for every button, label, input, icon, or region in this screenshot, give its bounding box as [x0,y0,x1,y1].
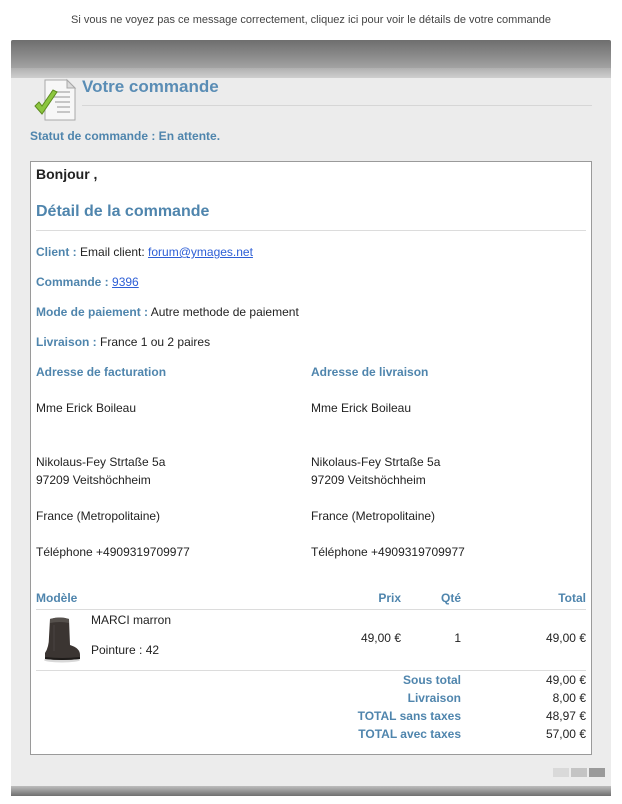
shipping-cost-label: Livraison [407,691,461,705]
footer-bar [11,786,611,796]
greeting: Bonjour , [36,166,98,182]
delivery-street: Nikolaus-Fey Strtaße 5a [311,455,441,469]
pagination-dots [551,766,605,780]
total-incl-tax-label: TOTAL avec taxes [358,727,461,741]
boot-icon [44,617,80,663]
payment-value: Autre methode de paiement [150,305,299,319]
delivery-address-title: Adresse de livraison [311,365,429,379]
view-online-notice[interactable]: Si vous ne voyez pas ce message correcte… [0,14,622,26]
shipping-label: Livraison : [36,335,97,349]
pager-dot[interactable] [589,768,605,777]
column-header-qty: Qté [440,591,461,605]
table-items-divider [36,670,586,671]
total-incl-tax-value: 57,00 € [545,727,586,741]
pager-dot[interactable] [571,768,587,777]
shipping-cost-value: 8,00 € [552,691,586,705]
billing-name: Mme Erick Boileau [36,401,137,415]
order-status: Statut de commande : En attente. [30,129,221,143]
order-line: Commande : 9396 [36,275,139,289]
page-title: Votre commande [82,77,219,96]
email-frame: Votre commande Statut de commande : En a… [11,40,611,796]
total-excl-tax-label: TOTAL sans taxes [357,709,461,723]
product-total: 49,00 € [545,631,586,645]
billing-city: 97209 Veitshöchheim [36,473,151,487]
title-divider [82,105,592,106]
billing-country: France (Metropolitaine) [36,509,161,523]
billing-address-title: Adresse de facturation [36,365,167,379]
billing-street: Nikolaus-Fey Strtaße 5a [36,455,166,469]
delivery-country: France (Metropolitaine) [311,509,436,523]
total-excl-tax-value: 48,97 € [545,709,586,723]
product-name: MARCI marron [91,613,172,627]
delivery-city: 97209 Veitshöchheim [311,473,426,487]
shipping-value: France 1 ou 2 paires [100,335,211,349]
client-label: Client : [36,245,77,259]
client-line: Client : Email client: forum@ymages.net [36,245,253,259]
detail-divider [36,230,586,231]
subtotal-label: Sous total [402,673,461,687]
header-banner [11,40,611,78]
product-price: 49,00 € [360,631,401,645]
product-qty: 1 [454,631,461,645]
delivery-name: Mme Erick Boileau [311,401,412,415]
delivery-phone: Téléphone +4909319709977 [311,545,465,559]
billing-phone: Téléphone +4909319709977 [36,545,190,559]
order-card: Bonjour , Détail de la commande Client :… [30,161,592,755]
column-header-price: Prix [378,591,401,605]
payment-line: Mode de paiement : Autre methode de paie… [36,305,299,319]
product-size: Pointure : 42 [91,643,160,657]
client-email-link[interactable]: forum@ymages.net [148,245,253,259]
subtotal-value: 49,00 € [545,673,586,687]
payment-label: Mode de paiement : [36,305,149,319]
order-number-link[interactable]: 9396 [112,275,139,289]
pager-dot[interactable] [553,768,569,777]
column-header-total: Total [558,591,586,605]
table-header-divider [36,609,586,610]
client-text: Email client: [80,245,145,259]
shipping-line: Livraison : France 1 ou 2 paires [36,335,210,349]
view-online-link[interactable]: Si vous ne voyez pas ce message correcte… [71,14,551,26]
detail-title: Détail de la commande [36,203,210,220]
document-check-icon [34,78,77,121]
order-label: Commande : [36,275,109,289]
column-header-model: Modèle [36,591,78,605]
